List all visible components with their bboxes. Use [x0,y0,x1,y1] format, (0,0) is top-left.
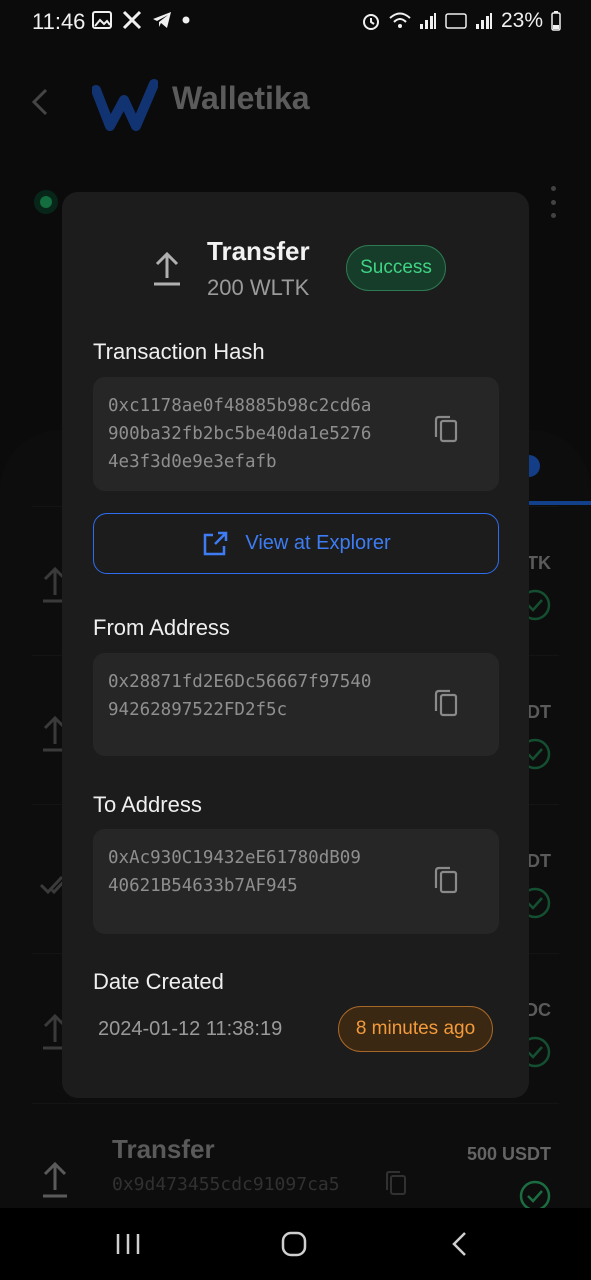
signal-2-icon [475,13,492,29]
telegram-icon [153,12,171,28]
tx-hash-label: Transaction Hash [93,339,265,364]
back-icon[interactable] [440,1228,480,1260]
system-icons: 23% [361,9,561,33]
time-ago-badge: 8 minutes ago [338,1006,493,1052]
view-explorer-label: View at Explorer [245,532,391,554]
copy-icon[interactable] [433,415,459,445]
tx-hash-box: 0xc1178ae0f48885b98c2cd6a 900ba32fb2bc5b… [93,377,499,491]
upload-icon [154,251,180,286]
view-explorer-button[interactable]: View at Explorer [93,513,499,574]
wifi-icon [389,12,411,28]
tx-hash-line: 4e3f3d0e9e3efafb [108,452,277,472]
from-address-label: From Address [93,615,230,640]
notification-icons [92,10,190,30]
status-time: 11:46 [32,9,86,34]
home-icon[interactable] [274,1228,314,1260]
copy-icon[interactable] [433,689,459,719]
to-address-line: 40621B54633b7AF945 [108,876,298,896]
battery-icon [551,11,561,31]
date-created-label: Date Created [93,969,224,994]
external-link-icon [204,531,228,555]
date-created-value: 2024-01-12 11:38:19 [98,1018,283,1040]
from-address-line: 94262897522FD2f5c [108,700,288,720]
from-address-box: 0x28871fd2E6Dc56667f97540 94262897522FD2… [93,653,499,756]
battery-percent: 23% [500,9,543,32]
to-address-line: 0xAc930C19432eE61780dB09 [108,848,361,868]
transfer-amount: 200 WLTK [207,275,310,300]
to-address-box: 0xAc930C19432eE61780dB09 40621B54633b7AF… [93,829,499,934]
copy-icon[interactable] [433,866,459,896]
signal-icon [419,13,436,29]
more-notifications-icon [182,16,190,24]
modal-header: Transfer 200 WLTK Success [62,192,529,322]
gallery-icon [92,11,112,29]
x-app-icon [122,10,142,30]
from-address-line: 0x28871fd2E6Dc56667f97540 [108,672,372,692]
recent-apps-icon[interactable] [108,1228,148,1260]
volte-icon [445,13,467,29]
tx-hash-line: 0xc1178ae0f48885b98c2cd6a [108,396,372,416]
screen: Walletika TK DT DT DC Transfer 0x9d47345… [0,0,591,1280]
alarm-icon [362,14,379,30]
tx-hash-line: 900ba32fb2bc5be40da1e5276 [108,424,372,444]
modal-title: Transfer [207,236,310,266]
to-address-label: To Address [93,792,202,817]
transaction-details-modal: Transfer 200 WLTK Success Transaction Ha… [62,192,529,1098]
status-badge: Success [346,245,446,291]
system-nav-bar [0,1208,591,1280]
status-bar: 11:46 23% [0,0,591,44]
